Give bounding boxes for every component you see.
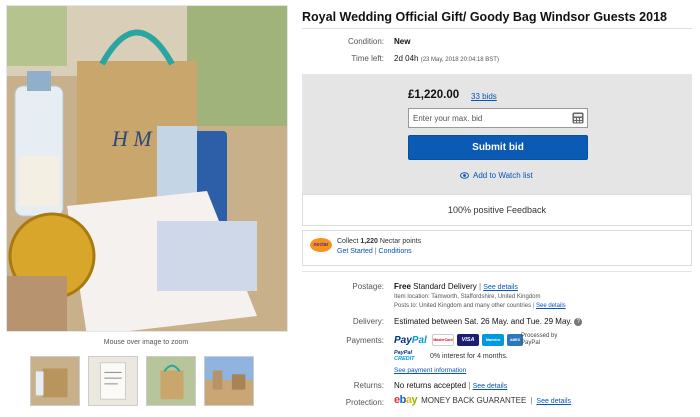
nectar-logo: nectar — [310, 238, 332, 252]
main-product-image[interactable]: H M — [6, 5, 288, 332]
see-payment-info-link[interactable]: See payment information — [394, 367, 466, 374]
returns-value: No returns accepted | See details — [394, 381, 508, 390]
postage-free: Free — [394, 282, 411, 291]
add-to-watchlist-link[interactable]: Add to Watch list — [460, 171, 533, 180]
money-back-guarantee: MONEY BACK GUARANTEE — [421, 396, 527, 405]
paypal-credit-logo-bottom: CREDIT — [394, 356, 415, 362]
mastercard-icon: MasterCard — [432, 334, 454, 346]
protection-see-details-link[interactable]: See details — [536, 398, 571, 405]
section-divider — [302, 271, 692, 272]
protection-value: ebay MONEY BACK GUARANTEE | See details — [394, 394, 572, 406]
watchlist-label: Add to Watch list — [473, 171, 533, 180]
current-price: £1,220.00 — [408, 89, 460, 101]
processed-by-paypal: Processed by PayPal — [521, 333, 558, 346]
item-location: Item location: Tamworth, Staffordshire, … — [394, 294, 541, 300]
condition-value: New — [394, 37, 411, 46]
seller-feedback: 100% positive Feedback — [302, 194, 692, 226]
time-left-remaining: 2d 04h — [394, 54, 419, 63]
paypal-credit-text: 0% interest for 4 months. — [430, 353, 508, 360]
delivery-estimate: Estimated between Sat. 26 May. and Tue. … — [394, 317, 573, 326]
title-divider — [302, 28, 692, 29]
condition-label: Condition: — [347, 37, 384, 46]
listing-title: Royal Wedding Official Gift/ Goody Bag W… — [302, 10, 667, 24]
time-left-value: 2d 04h (23 May, 2018 20:04:18 BST) — [394, 54, 499, 63]
submit-bid-button[interactable]: Submit bid — [408, 135, 588, 160]
protection-label: Protection: — [345, 398, 384, 407]
thumbnail-3[interactable] — [146, 356, 196, 406]
product-photo: H M — [7, 6, 287, 331]
thumbnail-strip — [30, 356, 270, 408]
visa-icon: VISA — [457, 334, 479, 346]
paypal-logo-pay: Pay — [394, 335, 412, 346]
paypal-logo: PayPal — [394, 335, 427, 346]
time-left-end-date: (23 May, 2018 20:04:18 BST) — [420, 57, 499, 63]
thumbnail-2[interactable] — [88, 356, 138, 406]
nectar-collect-suffix: Nectar points — [379, 238, 422, 245]
postage-value: Free Standard Delivery | See details — [394, 282, 518, 291]
nectar-collect-text: Collect 1,220 Nectar points — [337, 238, 421, 245]
nectar-get-started-link[interactable]: Get Started — [337, 248, 373, 255]
zoom-caption: Mouse over image to zoom — [103, 339, 189, 346]
posts-to-text: Posts to: United Kingdom and many other … — [394, 303, 532, 309]
bids-count-link[interactable]: 33 bids — [471, 92, 497, 101]
thumbnail-1[interactable] — [30, 356, 80, 406]
card-logos: MasterCard VISA Maestro AMEX — [432, 334, 523, 346]
delivery-value: Estimated between Sat. 26 May. and Tue. … — [394, 317, 583, 326]
postage-see-details-link[interactable]: See details — [483, 284, 518, 291]
max-bid-input[interactable] — [408, 108, 588, 128]
eye-icon — [460, 172, 469, 179]
thumbnail-4[interactable] — [204, 356, 254, 406]
delivery-label: Delivery: — [352, 317, 384, 326]
feedback-text: 100% positive Feedback — [447, 205, 547, 215]
returns-label: Returns: — [353, 381, 384, 390]
svg-text:H M: H M — [111, 126, 153, 151]
postage-label: Postage: — [352, 282, 384, 291]
postage-service: Standard Delivery — [413, 282, 477, 291]
nectar-logo-text: nectar — [313, 242, 329, 248]
nectar-conditions-link[interactable]: Conditions — [379, 248, 412, 255]
posts-to: Posts to: United Kingdom and many other … — [394, 303, 566, 309]
nectar-links: Get Started | Conditions — [337, 248, 412, 255]
returns-policy: No returns accepted — [394, 381, 467, 390]
maestro-icon: Maestro — [482, 334, 504, 346]
nectar-points: 1,220 — [360, 238, 378, 245]
payments-label: Payments: — [346, 336, 384, 345]
nectar-collect-prefix: Collect — [337, 238, 359, 245]
ebay-logo: ebay — [394, 394, 418, 406]
posts-to-see-details-link[interactable]: See details — [536, 303, 566, 309]
calculator-icon[interactable] — [572, 112, 584, 124]
info-icon[interactable]: ? — [574, 317, 583, 326]
nectar-links-divider: | — [374, 248, 377, 255]
paypal-logo-pal: Pal — [411, 335, 427, 346]
returns-see-details-link[interactable]: See details — [473, 383, 508, 390]
paypal-credit-logo: PayPal CREDIT — [394, 350, 414, 362]
time-left-label: Time left: — [351, 54, 384, 63]
